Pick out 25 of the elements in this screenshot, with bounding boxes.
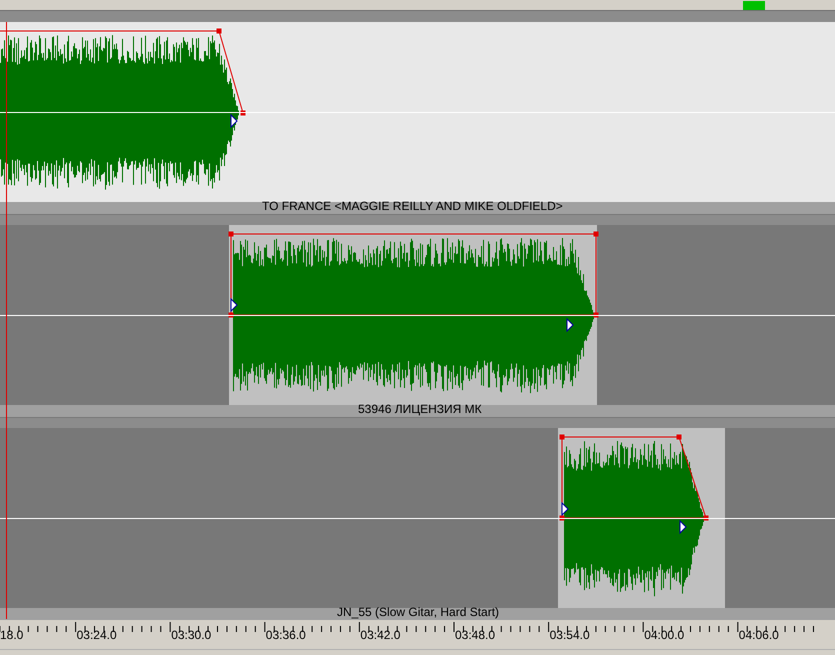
time-label: 04:00.0 bbox=[644, 628, 684, 642]
clip-title: TO FRANCE <MAGGIE REILLY AND MIKE OLDFIELD> bbox=[262, 199, 563, 213]
timeline-ruler[interactable]: 18.0 03:24.0 03:30.0 03:36.0 03:42.0 03:48.0 03:54.0 04:00.0 04:06.0 bbox=[0, 620, 835, 649]
time-label: 03:36.0 bbox=[266, 628, 306, 642]
fade-marker-icon[interactable] bbox=[680, 520, 687, 534]
fade-marker-icon[interactable] bbox=[230, 298, 238, 312]
clip-title: JN_55 (Slow Gitar, Hard Start) bbox=[337, 605, 500, 619]
envelope-line[interactable] bbox=[560, 434, 708, 520]
time-label: 18.0 bbox=[0, 628, 24, 642]
track-lane[interactable] bbox=[0, 428, 835, 608]
time-label: 03:54.0 bbox=[550, 628, 590, 642]
fade-marker-icon[interactable] bbox=[562, 502, 569, 516]
track-lane[interactable] bbox=[0, 22, 835, 202]
clip-title: 53946 ЛИЦЕНЗИЯ МК bbox=[358, 402, 482, 416]
view-toggle-icon[interactable] bbox=[743, 1, 765, 10]
time-label: 03:30.0 bbox=[171, 628, 212, 642]
time-label: 03:42.0 bbox=[360, 628, 400, 642]
time-label: 04:06.0 bbox=[738, 628, 779, 642]
envelope-line[interactable] bbox=[0, 28, 246, 116]
fade-marker-icon[interactable] bbox=[566, 318, 574, 332]
track-lane[interactable] bbox=[0, 225, 835, 405]
fade-marker-icon[interactable] bbox=[230, 114, 238, 128]
audio-clip[interactable] bbox=[558, 428, 725, 608]
time-label: 03:24.0 bbox=[76, 628, 117, 642]
time-label: 03:48.0 bbox=[455, 628, 496, 642]
